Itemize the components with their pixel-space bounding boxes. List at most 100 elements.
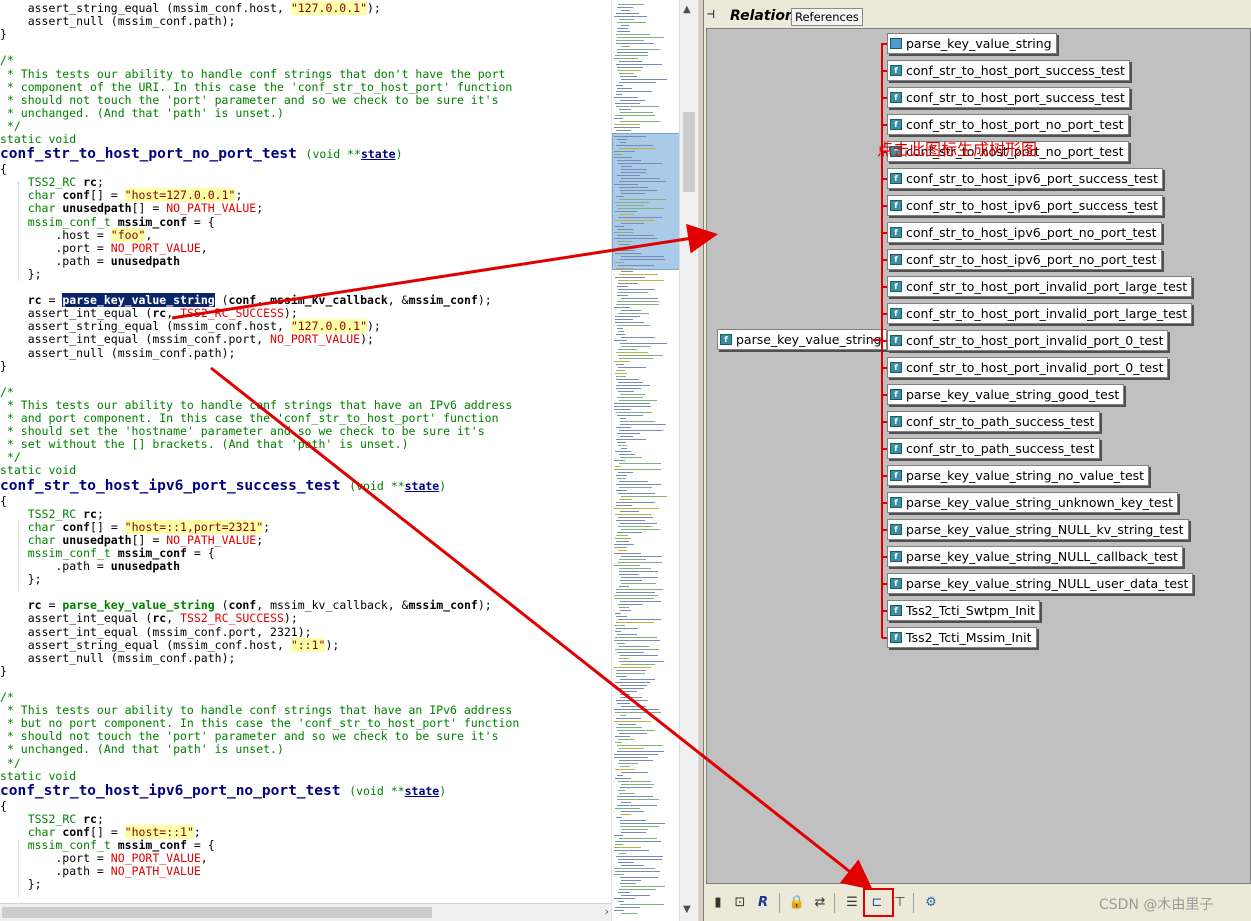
code-line[interactable]: * should set the 'hostname' parameter an… xyxy=(0,425,485,438)
code-line[interactable]: { xyxy=(0,799,7,813)
code-line[interactable]: * set without the [] brackets. (And that… xyxy=(0,438,409,451)
code-line[interactable]: char unusedpath[] = NO_PATH_VALUE; xyxy=(0,533,263,547)
scroll-up-arrow-icon[interactable]: ▲ xyxy=(683,4,691,15)
code-line[interactable]: * This tests our ability to handle conf … xyxy=(0,67,506,81)
panel-splitter[interactable] xyxy=(697,0,704,921)
code-line[interactable]: conf_str_to_host_port_no_port_test (void… xyxy=(0,146,403,163)
child-node[interactable]: f conf_str_to_host_port_no_port_test xyxy=(887,114,1129,135)
code-line[interactable]: TSS2_RC rc; xyxy=(0,812,104,826)
new-tab-icon[interactable]: ⊡ xyxy=(731,893,749,913)
scroll-down-arrow-icon[interactable]: ▼ xyxy=(683,904,691,915)
child-node[interactable]: f conf_str_to_host_port_invalid_port_larg… xyxy=(887,276,1193,297)
code-line[interactable]: .port = NO_PORT_VALUE, xyxy=(0,241,207,255)
code-line[interactable]: */ xyxy=(0,756,21,770)
code-editor[interactable]: assert_string_equal (mssim_conf.host, "1… xyxy=(0,0,611,903)
code-line[interactable]: }; xyxy=(0,878,42,891)
child-node[interactable]: f Tss2_Tcti_Mssim_Init xyxy=(887,627,1037,648)
code-line[interactable]: assert_null (mssim_conf.path); xyxy=(0,15,236,28)
code-line[interactable]: * unchanged. (And that 'path' is unset.) xyxy=(0,106,284,120)
code-line[interactable]: rc = parse_key_value_string (conf, mssim… xyxy=(0,599,492,612)
code-line[interactable]: assert_string_equal (mssim_conf.host, ":… xyxy=(0,637,339,652)
code-line[interactable]: assert_int_equal (mssim_conf.port, NO_PO… xyxy=(0,333,374,346)
relation-graph[interactable]: f parse_key_value_string parse_key_value… xyxy=(706,28,1251,884)
code-line[interactable]: * This tests our ability to handle conf … xyxy=(0,398,512,412)
code-line[interactable]: char conf[] = "host=::1"; xyxy=(0,824,201,839)
child-node[interactable]: f conf_str_to_host_ipv6_port_success_test xyxy=(887,168,1163,189)
code-line[interactable]: .host = "foo", xyxy=(0,227,152,242)
code-line[interactable]: }; xyxy=(0,573,42,586)
code-line[interactable]: mssim_conf_t mssim_conf = { xyxy=(0,215,215,229)
child-node[interactable]: f parse_key_value_string_unknown_key_test xyxy=(887,492,1179,513)
child-node[interactable]: f parse_key_value_string_no_value_test xyxy=(887,465,1150,486)
sync-icon[interactable]: ⇄ xyxy=(811,893,829,913)
code-line[interactable]: { xyxy=(0,163,7,176)
code-line[interactable]: assert_null (mssim_conf.path); xyxy=(0,346,236,360)
code-line[interactable]: TSS2_RC rc; xyxy=(0,507,104,521)
code-line[interactable]: /* xyxy=(0,385,14,399)
code-line[interactable]: conf_str_to_host_ipv6_port_success_test … xyxy=(0,478,446,495)
code-line[interactable]: assert_int_equal (rc, TSS2_RC_SUCCESS); xyxy=(0,307,298,320)
hierarchy-icon[interactable]: ⊤ xyxy=(891,893,909,913)
code-line[interactable]: * should not touch the 'port' parameter … xyxy=(0,93,499,107)
child-node[interactable]: f Tss2_Tcti_Swtpm_Init xyxy=(887,600,1041,621)
child-node[interactable]: f conf_str_to_path_success_test xyxy=(887,438,1100,459)
vertical-scroll-thumb[interactable] xyxy=(683,112,695,192)
child-node[interactable]: f parse_key_value_string_NULL_user_data_t… xyxy=(887,573,1194,594)
code-line[interactable]: .path = unusedpath xyxy=(0,560,180,573)
list-icon[interactable]: ☰ xyxy=(843,893,861,913)
code-line[interactable]: static void xyxy=(0,769,76,783)
references-tab[interactable]: References xyxy=(791,8,863,26)
code-line[interactable]: { xyxy=(0,494,7,508)
child-node[interactable]: f parse_key_value_string_NULL_kv_string_t… xyxy=(887,519,1189,540)
code-line[interactable]: .port = NO_PORT_VALUE, xyxy=(0,852,207,865)
child-node[interactable]: f conf_str_to_host_port_invalid_port_0_te… xyxy=(887,357,1169,378)
child-node[interactable]: f conf_str_to_host_ipv6_port_no_port_test xyxy=(887,222,1162,243)
code-line[interactable]: * unchanged. (And that 'path' is unset.) xyxy=(0,743,284,756)
child-node[interactable]: f parse_key_value_string_NULL_callback_te… xyxy=(887,546,1183,567)
child-node[interactable]: f conf_str_to_host_port_success_test xyxy=(887,60,1130,81)
code-line[interactable]: * This tests our ability to handle conf … xyxy=(0,704,512,717)
root-node[interactable]: f parse_key_value_string xyxy=(717,329,887,350)
lock-icon[interactable]: 🔒 xyxy=(788,893,806,913)
r-icon[interactable]: R xyxy=(754,893,772,913)
gear-icon[interactable]: ⚙ xyxy=(922,893,940,913)
code-line[interactable]: assert_string_equal (mssim_conf.host, "1… xyxy=(0,1,381,15)
code-line[interactable]: mssim_conf_t mssim_conf = { xyxy=(0,839,215,852)
code-line[interactable]: .path = NO_PATH_VALUE xyxy=(0,865,200,878)
vertical-scrollbar[interactable]: ▲ ▼ xyxy=(679,0,697,921)
code-line[interactable]: assert_int_equal (mssim_conf.port, 2321)… xyxy=(0,625,312,639)
child-node[interactable]: f conf_str_to_host_port_invalid_port_0_te… xyxy=(887,330,1169,351)
horizontal-scroll-thumb[interactable] xyxy=(2,907,432,918)
code-line[interactable]: mssim_conf_t mssim_conf = { xyxy=(0,546,215,560)
code-line[interactable]: /* xyxy=(0,54,14,67)
code-line[interactable]: char unusedpath[] = NO_PATH_VALUE; xyxy=(0,202,263,215)
code-line[interactable]: static void xyxy=(0,133,76,146)
code-minimap[interactable] xyxy=(611,0,679,921)
child-node[interactable]: f conf_str_to_host_ipv6_port_no_port_test xyxy=(887,249,1162,270)
code-line[interactable]: * should not touch the 'port' parameter … xyxy=(0,730,499,743)
code-line[interactable]: */ xyxy=(0,119,21,133)
code-line[interactable]: static void xyxy=(0,464,76,477)
code-line[interactable]: assert_int_equal (rc, TSS2_RC_SUCCESS); xyxy=(0,612,298,625)
tree-icon[interactable]: ⊏ xyxy=(868,893,886,913)
code-line[interactable]: .path = unusedpath xyxy=(0,254,180,268)
code-line[interactable]: char conf[] = "host=127.0.0.1"; xyxy=(0,188,242,203)
code-line[interactable]: * but no port component. In this case th… xyxy=(0,717,519,730)
child-node[interactable]: f parse_key_value_string_good_test xyxy=(887,384,1125,405)
code-line[interactable]: char conf[] = "host=::1,port=2321"; xyxy=(0,519,270,534)
child-node[interactable]: f conf_str_to_host_port_invalid_port_larg… xyxy=(887,303,1193,324)
code-line[interactable]: * and port component. In this case the '… xyxy=(0,412,499,425)
bookmark-icon[interactable]: ▮ xyxy=(709,893,727,913)
code-line[interactable]: * component of the URI. In this case the… xyxy=(0,80,512,94)
code-line[interactable]: } xyxy=(0,28,7,41)
child-node[interactable]: f conf_str_to_host_ipv6_port_success_test xyxy=(887,195,1163,216)
code-line[interactable]: assert_null (mssim_conf.path); xyxy=(0,651,236,665)
child-node[interactable]: parse_key_value_string xyxy=(887,33,1057,54)
code-line[interactable]: } xyxy=(0,359,7,373)
horizontal-scrollbar[interactable]: › xyxy=(0,903,611,921)
child-node[interactable]: f conf_str_to_host_port_success_test xyxy=(887,87,1130,108)
code-line[interactable]: } xyxy=(0,664,7,678)
code-line[interactable]: assert_string_equal (mssim_conf.host, "1… xyxy=(0,319,381,334)
code-line[interactable]: conf_str_to_host_ipv6_port_no_port_test … xyxy=(0,783,446,800)
scroll-right-arrow-icon[interactable]: › xyxy=(605,905,609,918)
